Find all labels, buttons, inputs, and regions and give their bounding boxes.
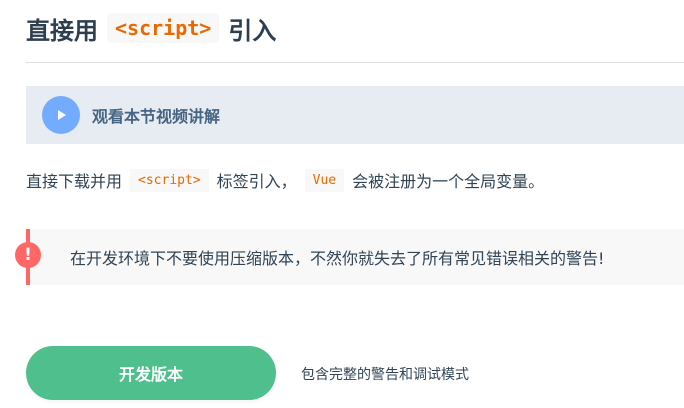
intro-code-vue: Vue bbox=[304, 168, 345, 192]
dev-version-description: 包含完整的警告和调试模式 bbox=[301, 367, 469, 383]
heading-code-script: <script> bbox=[107, 13, 220, 43]
warning-tip: ! 在开发环境下不要使用压缩版本，不然你就失去了所有常见错误相关的警告! bbox=[15, 229, 684, 285]
section-heading: 直接用 <script> 引入 bbox=[26, 10, 276, 46]
exclamation-icon: ! bbox=[15, 242, 41, 268]
video-lesson-link[interactable]: 观看本节视频讲解 bbox=[26, 86, 684, 144]
intro-text-2: 标签引入， bbox=[216, 172, 297, 191]
heading-text-after: 引入 bbox=[228, 16, 277, 45]
heading-text-before: 直接用 bbox=[26, 16, 98, 45]
dev-version-button[interactable]: 开发版本 bbox=[26, 346, 276, 400]
intro-text-3: 会被注册为一个全局变量。 bbox=[352, 172, 545, 191]
intro-text-1: 直接下载并用 bbox=[26, 172, 123, 191]
intro-paragraph: 直接下载并用 <script> 标签引入， Vue 会被注册为一个全局变量。 bbox=[26, 166, 544, 194]
warning-text: 在开发环境下不要使用压缩版本，不然你就失去了所有常见错误相关的警告! bbox=[70, 249, 605, 268]
intro-code-script: <script> bbox=[130, 168, 209, 192]
play-icon[interactable] bbox=[42, 96, 80, 134]
video-lesson-label[interactable]: 观看本节视频讲解 bbox=[92, 103, 220, 127]
heading-divider bbox=[26, 62, 684, 63]
